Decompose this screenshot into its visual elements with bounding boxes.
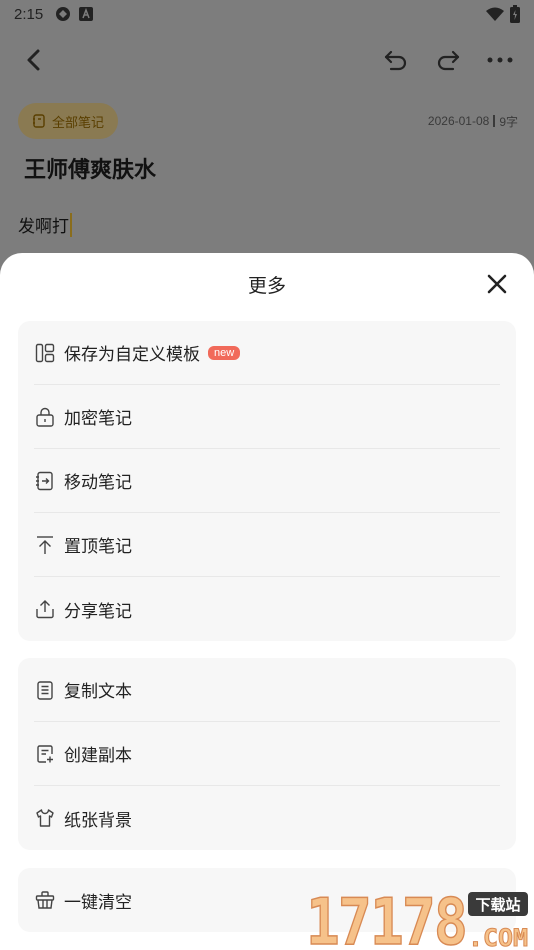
pin-top-icon bbox=[34, 534, 56, 556]
menu-item-share-note[interactable]: 分享笔记 bbox=[34, 577, 500, 641]
menu-item-copy-text[interactable]: 复制文本 bbox=[34, 658, 500, 722]
menu-item-label: 复制文本 bbox=[64, 682, 132, 702]
menu-group-text-actions: 复制文本 创建副本 纸张背景 bbox=[18, 658, 516, 850]
menu-item-encrypt-note[interactable]: 加密笔记 bbox=[34, 385, 500, 449]
menu-item-pin-note[interactable]: 置顶笔记 bbox=[34, 513, 500, 577]
menu-item-label: 保存为自定义模板 bbox=[64, 345, 200, 365]
watermark-logo: 17178 下载站 .COM bbox=[305, 888, 528, 950]
more-button[interactable] bbox=[482, 42, 518, 78]
menu-item-label: 一键清空 bbox=[64, 892, 132, 913]
sheet-header: 更多 bbox=[0, 253, 534, 315]
close-button[interactable] bbox=[482, 269, 512, 299]
note-word-count: 9字 bbox=[499, 114, 518, 129]
status-time: 2:15 bbox=[14, 5, 44, 23]
folder-label: 全部笔记 bbox=[52, 115, 105, 131]
back-button[interactable] bbox=[16, 42, 52, 78]
menu-item-label: 加密笔记 bbox=[64, 409, 132, 429]
more-bottom-sheet: 更多 保存为自定义模板 new 加密笔记 移动笔记 置顶笔记 分享笔记 复制文本… bbox=[0, 253, 534, 950]
menu-item-label: 置顶笔记 bbox=[64, 537, 132, 557]
menu-item-move-note[interactable]: 移动笔记 bbox=[34, 449, 500, 513]
meta-divider bbox=[493, 115, 496, 127]
watermark-tag: 下载站 bbox=[475, 896, 520, 914]
redo-icon bbox=[437, 50, 460, 71]
app-notification-icon bbox=[56, 7, 71, 21]
chevron-left-icon bbox=[27, 49, 40, 71]
new-badge: new bbox=[208, 345, 241, 360]
template-icon bbox=[34, 342, 56, 364]
more-dots-icon bbox=[487, 57, 513, 63]
share-icon bbox=[34, 598, 56, 620]
undo-icon bbox=[384, 50, 407, 71]
copy-text-icon bbox=[34, 679, 56, 701]
a-notification-icon bbox=[79, 7, 94, 21]
menu-group-note-actions: 保存为自定义模板 new 加密笔记 移动笔记 置顶笔记 分享笔记 bbox=[18, 321, 516, 641]
sheet-title: 更多 bbox=[247, 274, 286, 297]
note-title[interactable]: 王师傅爽肤水 bbox=[24, 152, 156, 184]
move-icon bbox=[34, 470, 56, 492]
close-icon bbox=[487, 274, 507, 294]
note-date: 2026-01-08 bbox=[427, 114, 490, 128]
wifi-icon bbox=[486, 7, 504, 21]
note-body-text: 发啊打 bbox=[18, 217, 69, 237]
watermark-number: 17178 bbox=[306, 888, 466, 950]
menu-item-create-copy[interactable]: 创建副本 bbox=[34, 722, 500, 786]
menu-item-paper-background[interactable]: 纸张背景 bbox=[34, 786, 500, 850]
watermark-domain: .COM bbox=[468, 924, 528, 950]
editor-toolbar bbox=[0, 36, 534, 84]
menu-item-label: 纸张背景 bbox=[64, 810, 132, 831]
menu-item-label: 移动笔记 bbox=[64, 473, 132, 493]
redo-button[interactable] bbox=[430, 42, 466, 78]
folder-chip[interactable]: 全部笔记 bbox=[18, 103, 119, 139]
text-cursor bbox=[70, 212, 72, 237]
menu-item-label: 创建副本 bbox=[64, 746, 132, 766]
undo-button[interactable] bbox=[378, 42, 414, 78]
shirt-icon bbox=[34, 807, 56, 829]
status-bar: 2:15 bbox=[0, 0, 534, 28]
notebook-icon bbox=[33, 114, 45, 128]
battery-icon bbox=[510, 5, 520, 23]
clear-basket-icon bbox=[34, 889, 56, 911]
menu-item-label: 分享笔记 bbox=[64, 601, 132, 622]
duplicate-icon bbox=[34, 743, 56, 765]
note-meta: 全部笔记 2026-01-08 9字 bbox=[18, 102, 518, 140]
menu-item-save-template[interactable]: 保存为自定义模板 new bbox=[34, 321, 500, 385]
note-body[interactable]: 发啊打 bbox=[18, 212, 72, 237]
lock-icon bbox=[34, 406, 56, 428]
